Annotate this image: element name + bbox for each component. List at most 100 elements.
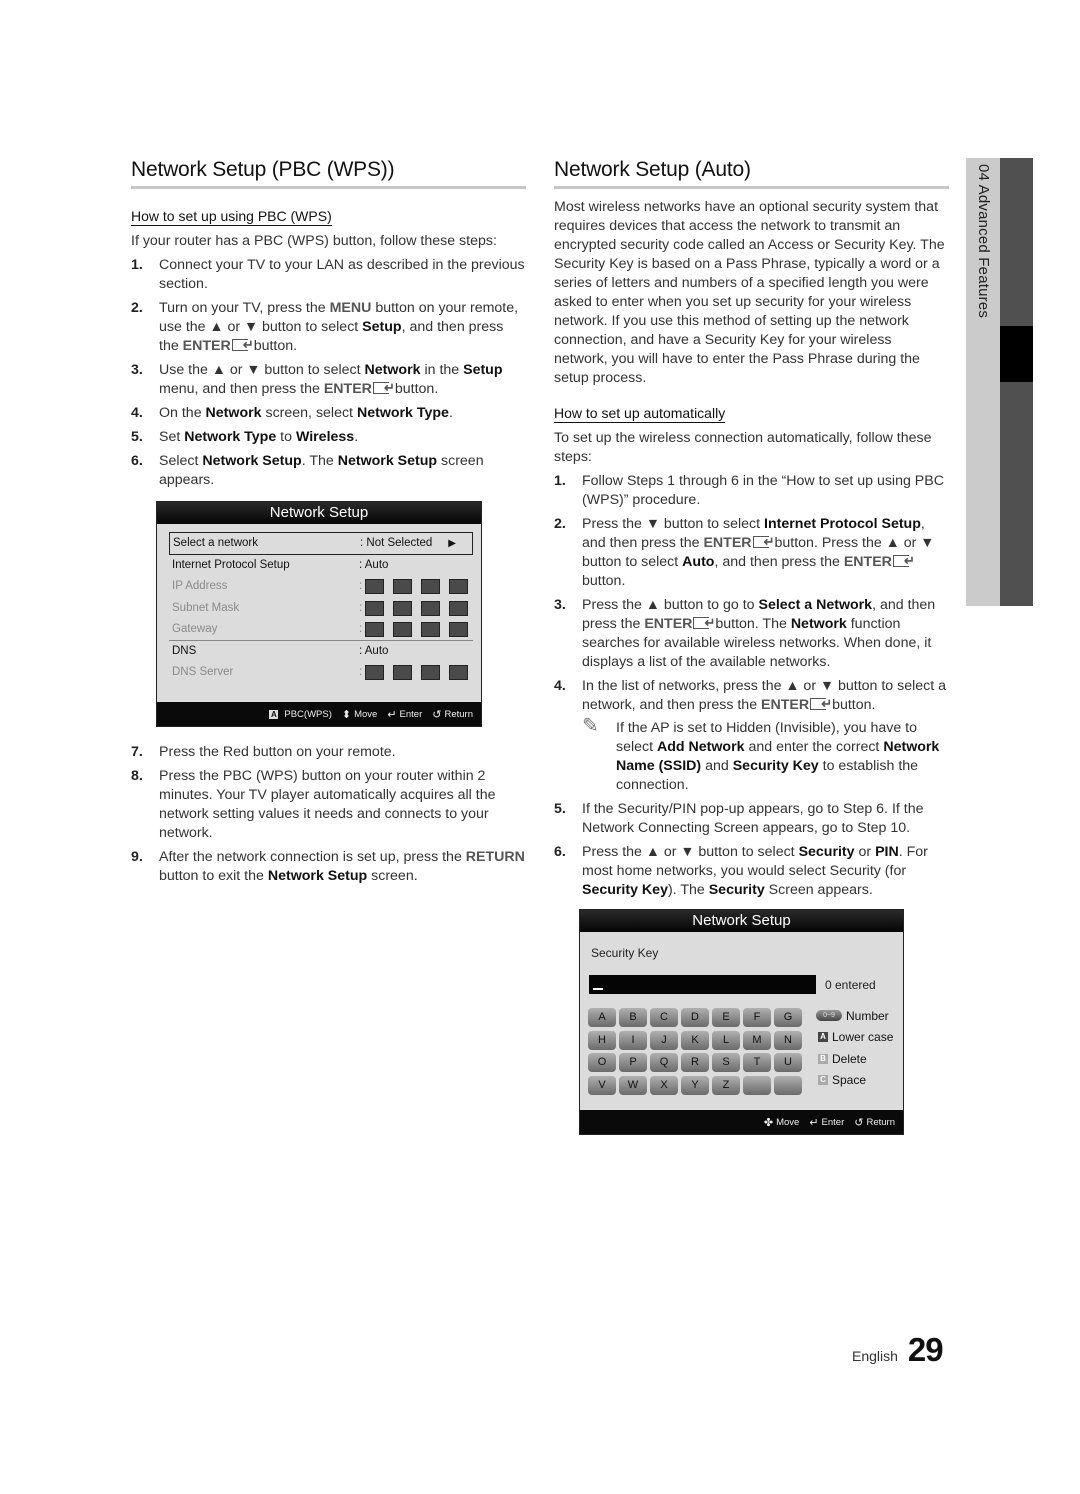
legend-label: Number xyxy=(846,1008,889,1023)
setting-row: Subnet Mask: xyxy=(169,598,473,619)
setting-label: Gateway xyxy=(172,622,218,635)
keyboard-legend: 0~9 Number A Lower case B Delete C Space xyxy=(816,1005,893,1091)
octet-box xyxy=(421,579,440,595)
pbc-hint[interactable]: A PBC(WPS) xyxy=(269,709,332,720)
network-setup-screen-pbc: Network Setup Select a network: Not Sele… xyxy=(156,501,482,727)
key-m[interactable]: M xyxy=(743,1030,771,1050)
ui-term: Network Setup xyxy=(202,453,302,469)
key-k[interactable]: K xyxy=(681,1030,709,1050)
step-item: 2. Turn on your TV, press the MENU button… xyxy=(131,299,526,356)
key-y[interactable]: Y xyxy=(681,1075,709,1095)
step-item: 7. Press the Red button on your remote. xyxy=(131,744,396,760)
screen-title: Network Setup xyxy=(580,910,903,932)
entered-count: 0 entered xyxy=(825,978,876,992)
key-x[interactable]: X xyxy=(650,1075,678,1095)
setting-value: : xyxy=(359,666,363,679)
button-name: MENU xyxy=(329,300,372,316)
move-hint: ⬍ Move xyxy=(342,708,377,721)
step-item: 6. Select Network Setup. The Network Setu… xyxy=(131,453,484,488)
legend-item: 0~9 Number xyxy=(816,1005,893,1027)
chapter-active-marker xyxy=(1000,326,1033,382)
key-blank[interactable] xyxy=(774,1075,802,1095)
move-hint: ✤ Move xyxy=(764,1116,799,1129)
ui-term: Setup xyxy=(362,319,402,335)
octet-box xyxy=(421,621,440,637)
step-number: 6. xyxy=(131,453,143,469)
key-h[interactable]: H xyxy=(588,1030,616,1050)
setting-row: Gateway: xyxy=(169,619,473,640)
key-b[interactable]: B xyxy=(619,1008,647,1027)
key-e[interactable]: E xyxy=(712,1008,740,1027)
ui-term: PIN xyxy=(875,844,899,860)
network-setup-screen-security: Network Setup Security Key 0 entered ABC… xyxy=(579,909,904,1135)
setting-row[interactable]: DNS : Auto xyxy=(169,641,473,662)
ui-term: Auto xyxy=(682,554,715,570)
step-item: 2. Press the ▼ button to select Internet … xyxy=(554,515,949,591)
octet-box xyxy=(393,621,412,637)
return-hint: ↺ Return xyxy=(854,1116,895,1129)
setting-row: DNS Server: xyxy=(169,662,473,683)
key-c[interactable]: C xyxy=(650,1008,678,1027)
key-n[interactable]: N xyxy=(774,1030,802,1050)
setting-label: DNS Server xyxy=(172,666,234,679)
step-item: 1. Connect your TV to your LAN as describ… xyxy=(131,257,525,292)
key-f[interactable]: F xyxy=(743,1008,771,1027)
step-item: 8. Press the PBC (WPS) button on your rou… xyxy=(131,768,496,841)
key-u[interactable]: U xyxy=(774,1053,802,1072)
enter-hint: ↵ Enter xyxy=(809,1116,844,1129)
key-a[interactable]: A xyxy=(588,1008,616,1027)
key-i[interactable]: I xyxy=(619,1030,647,1050)
screen-title: Network Setup xyxy=(157,502,481,524)
key-q[interactable]: Q xyxy=(650,1053,678,1072)
a-key-icon: A xyxy=(269,709,279,719)
enter-icon: ↵ xyxy=(809,1116,819,1129)
key-o[interactable]: O xyxy=(588,1053,616,1072)
button-name: ENTER xyxy=(644,616,693,632)
step-number: 2. xyxy=(554,516,566,532)
legend-label: Delete xyxy=(832,1051,867,1066)
chapter-bar xyxy=(1000,158,1033,606)
octet-fields xyxy=(365,665,468,681)
step-item: 4. In the list of networks, press the ▲ o… xyxy=(554,677,949,715)
pbc-label: PBC(WPS) xyxy=(284,708,332,720)
setting-row[interactable]: Select a network: Not Selected ▶ xyxy=(169,532,473,555)
key-p[interactable]: P xyxy=(619,1053,647,1072)
ui-term: Security Key xyxy=(582,882,668,898)
legend-item: C Space xyxy=(818,1070,893,1092)
key-g[interactable]: G xyxy=(774,1008,802,1027)
key-blank[interactable] xyxy=(743,1075,771,1095)
ui-term: Internet Protocol Setup xyxy=(764,516,921,532)
text-cursor xyxy=(593,988,603,990)
setting-row[interactable]: Internet Protocol Setup: Auto xyxy=(169,555,473,576)
key-v[interactable]: V xyxy=(588,1075,616,1095)
step-item: 4. On the Network screen, select Network … xyxy=(131,405,453,421)
button-name: ENTER xyxy=(703,535,752,551)
key-j[interactable]: J xyxy=(650,1030,678,1050)
step-number: 5. xyxy=(554,801,566,817)
key-d[interactable]: D xyxy=(681,1008,709,1027)
key-z[interactable]: Z xyxy=(712,1075,740,1095)
key-t[interactable]: T xyxy=(743,1053,771,1072)
up-down-arrow-icon: ⬍ xyxy=(341,708,352,721)
section-title-pbc: Network Setup (PBC (WPS)) xyxy=(131,156,526,189)
button-name: ENTER xyxy=(843,554,892,570)
screen-footer: ✤ Move ↵ Enter ↺ Return xyxy=(580,1110,903,1134)
pbc-steps-continued: 7. Press the Red button on your remote. 8.… xyxy=(131,743,526,886)
setting-label: Internet Protocol Setup xyxy=(172,559,290,571)
octet-box xyxy=(365,665,384,681)
key-s[interactable]: S xyxy=(712,1053,740,1072)
return-label: Return xyxy=(444,708,473,720)
right-column: Network Setup (Auto) Most wireless netwo… xyxy=(554,156,949,900)
key-l[interactable]: L xyxy=(712,1030,740,1050)
setting-value: : Auto xyxy=(359,645,389,658)
step-item: 6. Press the ▲ or ▼ button to select Secu… xyxy=(554,844,928,898)
key-w[interactable]: W xyxy=(619,1075,647,1095)
security-key-input[interactable] xyxy=(589,975,816,994)
enter-label: Enter xyxy=(399,708,423,720)
legend-label: Space xyxy=(832,1073,867,1088)
setting-label: DNS xyxy=(172,645,197,658)
left-column: Network Setup (PBC (WPS)) How to set up … xyxy=(131,156,526,490)
octet-box xyxy=(365,579,384,595)
key-r[interactable]: R xyxy=(681,1053,709,1072)
octet-fields xyxy=(365,600,468,616)
